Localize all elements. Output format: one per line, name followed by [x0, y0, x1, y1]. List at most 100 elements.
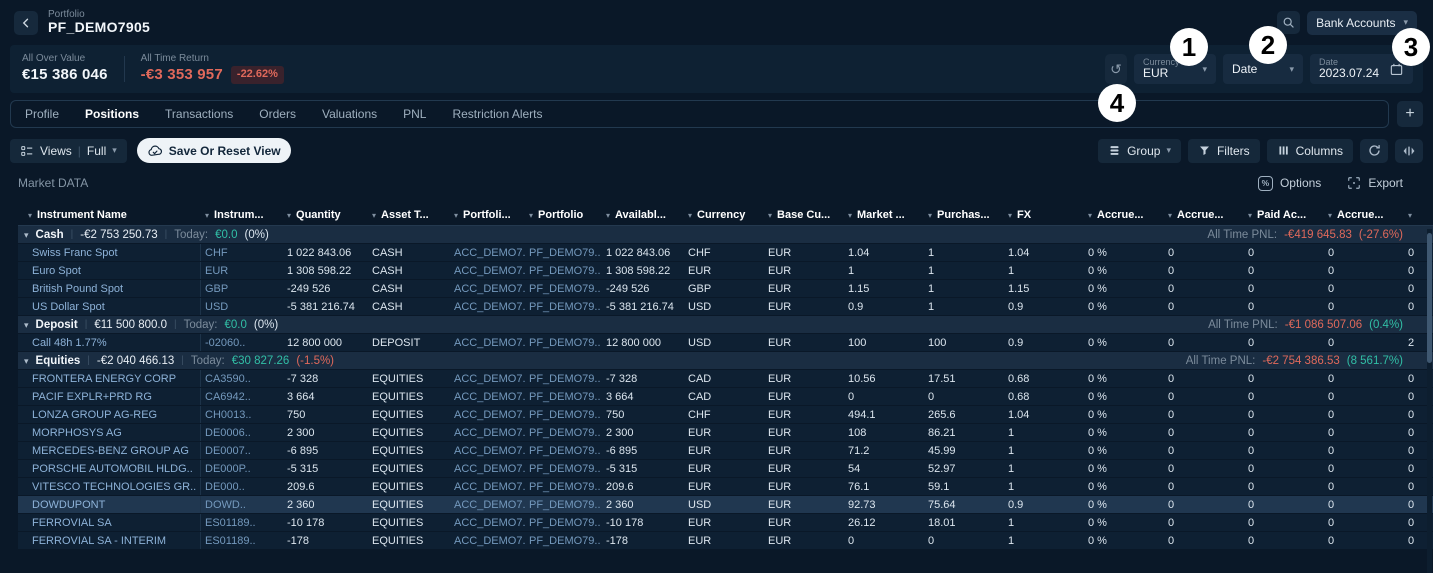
column-menu-icon[interactable]: ▾ — [287, 205, 291, 225]
column-menu-icon[interactable]: ▾ — [454, 205, 458, 225]
add-tab-button[interactable]: + — [1397, 101, 1423, 127]
cell-name[interactable]: FRONTERA ENERGY CORP — [18, 370, 201, 387]
cell-name[interactable]: US Dollar Spot — [18, 298, 201, 315]
group-row-deposit[interactable]: ▾Deposit|€11 500 800.0|Today:€0.0(0%)All… — [18, 316, 1433, 334]
cell-pf[interactable]: PF_DEMO79.. — [525, 514, 602, 531]
cell-name[interactable]: Euro Spot — [18, 262, 201, 279]
table-row[interactable]: US Dollar SpotUSD-5 381 216.74CASHACC_DE… — [18, 298, 1433, 316]
cell-acct[interactable]: ACC_DEMO7.. — [450, 514, 525, 531]
cell-acct[interactable]: ACC_DEMO7.. — [450, 244, 525, 261]
table-row[interactable]: VITESCO TECHNOLOGIES GR..DE000..209.6EQU… — [18, 478, 1433, 496]
cell-name[interactable]: VITESCO TECHNOLOGIES GR.. — [18, 478, 201, 495]
cell-acct[interactable]: ACC_DEMO7.. — [450, 478, 525, 495]
cell-acct[interactable]: ACC_DEMO7.. — [450, 442, 525, 459]
cell-pf[interactable]: PF_DEMO79.. — [525, 478, 602, 495]
column-header-market[interactable]: ▾Market ... — [844, 205, 924, 225]
column-header-purchas[interactable]: ▾Purchas... — [924, 205, 1004, 225]
column-menu-icon[interactable]: ▾ — [205, 205, 209, 225]
cell-pf[interactable]: PF_DEMO79.. — [525, 370, 602, 387]
back-button[interactable] — [14, 11, 38, 35]
scrollbar-thumb[interactable] — [1427, 233, 1432, 363]
column-menu-icon[interactable]: ▾ — [529, 205, 533, 225]
filters-button[interactable]: Filters — [1188, 139, 1260, 163]
column-menu-icon[interactable]: ▾ — [768, 205, 772, 225]
group-row-equities[interactable]: ▾Equities|-€2 040 466.13|Today:€30 827.2… — [18, 352, 1433, 370]
column-header-fx[interactable]: ▾FX — [1004, 205, 1084, 225]
column-menu-icon[interactable]: ▾ — [848, 205, 852, 225]
options-button[interactable]: % Options — [1258, 176, 1321, 191]
column-header-quantity[interactable]: ▾Quantity — [283, 205, 368, 225]
table-row[interactable]: Euro SpotEUR1 308 598.22CASHACC_DEMO7..P… — [18, 262, 1433, 280]
table-row[interactable]: MERCEDES-BENZ GROUP AGDE0007..-6 895EQUI… — [18, 442, 1433, 460]
column-menu-icon[interactable]: ▾ — [372, 205, 376, 225]
save-or-reset-view-button[interactable]: Save Or Reset View — [137, 138, 291, 163]
views-dropdown[interactable]: Views | Full ▾ — [10, 139, 127, 163]
column-menu-icon[interactable]: ▾ — [606, 205, 610, 225]
column-menu-icon[interactable]: ▾ — [928, 205, 932, 225]
table-row[interactable]: Call 48h 1.77%-02060..12 800 000DEPOSITA… — [18, 334, 1433, 352]
cell-acct[interactable]: ACC_DEMO7.. — [450, 262, 525, 279]
cell-name[interactable]: DOWDUPONT — [18, 496, 201, 513]
column-menu-icon[interactable]: ▾ — [1408, 205, 1412, 225]
table-row[interactable]: LONZA GROUP AG-REGCH0013..750EQUITIESACC… — [18, 406, 1433, 424]
cell-acct[interactable]: ACC_DEMO7.. — [450, 370, 525, 387]
column-header-portfolio[interactable]: ▾Portfolio — [525, 205, 602, 225]
group-collapse-icon[interactable]: ▾ — [24, 352, 29, 370]
column-header-accrue[interactable]: ▾Accrue... — [1164, 205, 1244, 225]
cell-acct[interactable]: ACC_DEMO7.. — [450, 496, 525, 513]
column-menu-icon[interactable]: ▾ — [688, 205, 692, 225]
cell-acct[interactable]: ACC_DEMO7.. — [450, 280, 525, 297]
reset-button[interactable]: ↺ — [1105, 54, 1127, 84]
table-row[interactable]: FRONTERA ENERGY CORPCA3590..-7 328EQUITI… — [18, 370, 1433, 388]
group-collapse-icon[interactable]: ▾ — [24, 226, 29, 244]
cell-name[interactable]: FERROVIAL SA - INTERIM — [18, 532, 201, 549]
cell-acct[interactable]: ACC_DEMO7.. — [450, 388, 525, 405]
cell-name[interactable]: PORSCHE AUTOMOBIL HLDG.. — [18, 460, 201, 477]
cell-acct[interactable]: ACC_DEMO7.. — [450, 424, 525, 441]
cell-pf[interactable]: PF_DEMO79.. — [525, 424, 602, 441]
cell-pf[interactable]: PF_DEMO79.. — [525, 406, 602, 423]
column-header-base-cu[interactable]: ▾Base Cu... — [764, 205, 844, 225]
cell-acct[interactable]: ACC_DEMO7.. — [450, 460, 525, 477]
table-row[interactable]: British Pound SpotGBP-249 526CASHACC_DEM… — [18, 280, 1433, 298]
cell-pf[interactable]: PF_DEMO79.. — [525, 460, 602, 477]
cell-acct[interactable]: ACC_DEMO7.. — [450, 298, 525, 315]
table-row[interactable]: Swiss Franc SpotCHF1 022 843.06CASHACC_D… — [18, 244, 1433, 262]
cell-name[interactable]: LONZA GROUP AG-REG — [18, 406, 201, 423]
column-header-instrum[interactable]: ▾Instrum... — [201, 205, 283, 225]
table-row[interactable]: MORPHOSYS AGDE0006..2 300EQUITIESACC_DEM… — [18, 424, 1433, 442]
tab-positions[interactable]: Positions — [85, 107, 139, 121]
tab-orders[interactable]: Orders — [259, 107, 296, 121]
table-row[interactable]: FERROVIAL SAES01189..-10 178EQUITIESACC_… — [18, 514, 1433, 532]
group-row-cash[interactable]: ▾Cash|-€2 753 250.73|Today:€0.0(0%)All T… — [18, 226, 1433, 244]
column-menu-icon[interactable]: ▾ — [1168, 205, 1172, 225]
column-menu-icon[interactable]: ▾ — [28, 205, 32, 225]
group-collapse-icon[interactable]: ▾ — [24, 316, 29, 334]
vertical-scrollbar[interactable] — [1427, 229, 1432, 573]
cell-acct[interactable]: ACC_DEMO7.. — [450, 532, 525, 549]
tab-restriction-alerts[interactable]: Restriction Alerts — [452, 107, 542, 121]
tab-pnl[interactable]: PNL — [403, 107, 426, 121]
tab-valuations[interactable]: Valuations — [322, 107, 377, 121]
cell-acct[interactable]: ACC_DEMO7.. — [450, 334, 525, 351]
panel-toggle-button[interactable] — [1395, 139, 1423, 163]
export-button[interactable]: Export — [1347, 176, 1403, 190]
tab-transactions[interactable]: Transactions — [165, 107, 233, 121]
cell-pf[interactable]: PF_DEMO79.. — [525, 532, 602, 549]
column-header-extra[interactable]: ▾ — [1404, 205, 1433, 225]
table-row[interactable]: PORSCHE AUTOMOBIL HLDG..DE000P..-5 315EQ… — [18, 460, 1433, 478]
cell-pf[interactable]: PF_DEMO79.. — [525, 496, 602, 513]
table-row[interactable]: PACIF EXPLR+PRD RGCA6942..3 664EQUITIESA… — [18, 388, 1433, 406]
column-menu-icon[interactable]: ▾ — [1248, 205, 1252, 225]
column-header-accrue[interactable]: ▾Accrue... — [1324, 205, 1404, 225]
cell-name[interactable]: Call 48h 1.77% — [18, 334, 201, 351]
refresh-button[interactable] — [1360, 139, 1388, 163]
column-menu-icon[interactable]: ▾ — [1008, 205, 1012, 225]
column-header-currency[interactable]: ▾Currency — [684, 205, 764, 225]
tab-profile[interactable]: Profile — [25, 107, 59, 121]
cell-name[interactable]: PACIF EXPLR+PRD RG — [18, 388, 201, 405]
column-header-instrument-name[interactable]: ▾Instrument Name — [18, 205, 201, 225]
cell-pf[interactable]: PF_DEMO79.. — [525, 442, 602, 459]
column-header-accrue[interactable]: ▾Accrue... — [1084, 205, 1164, 225]
group-button[interactable]: Group ▾ — [1098, 139, 1181, 163]
